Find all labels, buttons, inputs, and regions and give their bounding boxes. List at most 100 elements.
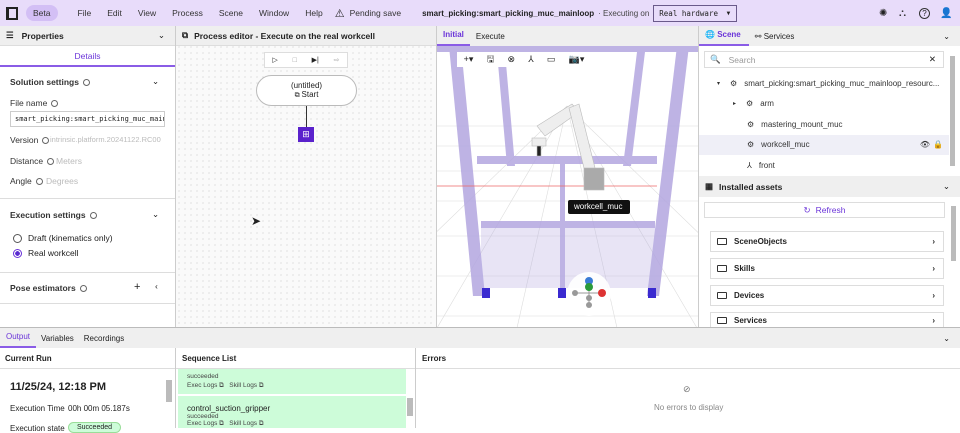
sequence-item[interactable]: control_suction_gripper succeeded Exec L… <box>178 396 406 428</box>
menu-scene[interactable]: Scene <box>219 8 243 18</box>
eye-icon[interactable]: 👁 <box>920 140 930 149</box>
skill-logs-link[interactable]: Skill Logs ⧉ <box>229 382 263 389</box>
clear-icon[interactable]: ⊗ <box>507 54 515 65</box>
skill-logs-link[interactable]: Skill Logs ⧉ <box>229 420 263 427</box>
run-toolbar: ▷ □ ▶| ⇨ <box>264 52 348 68</box>
menu-window[interactable]: Window <box>259 8 289 18</box>
node-title: (untitled) <box>290 81 323 90</box>
help-icon[interactable]: ? <box>919 7 930 19</box>
tab-variables[interactable]: Variables <box>36 334 79 343</box>
refresh-button[interactable]: ↻ Refresh <box>704 202 945 218</box>
tree-item-arm[interactable]: ▸ ⚙ arm <box>699 94 949 115</box>
camera-icon[interactable]: 📷▾ <box>569 54 585 65</box>
menu-file[interactable]: File <box>78 8 92 18</box>
info-icon[interactable] <box>47 158 55 166</box>
radio-draft[interactable]: Draft (kinematics only) <box>13 233 113 243</box>
menu-edit[interactable]: Edit <box>107 8 122 18</box>
tree-item-front[interactable]: ⅄ front <box>699 155 949 176</box>
asset-scene-objects[interactable]: SceneObjects › <box>710 231 944 252</box>
info-icon[interactable] <box>51 100 59 108</box>
bug-icon[interactable]: ✺ <box>879 8 887 19</box>
step-icon[interactable]: ▶| <box>312 56 319 64</box>
menu-process[interactable]: Process <box>172 8 203 18</box>
asset-services[interactable]: Services › <box>710 312 944 328</box>
lock-icon[interactable]: 🔒 <box>933 140 943 149</box>
chevron-down-icon[interactable]: ⌄ <box>152 76 159 87</box>
tree-item-workcell[interactable]: ⚙ workcell_muc 👁 🔒 <box>699 134 949 155</box>
info-icon[interactable] <box>79 285 87 293</box>
tab-execute[interactable]: Execute <box>470 32 511 41</box>
sequence-name: control_suction_gripper <box>187 404 271 413</box>
asset-devices[interactable]: Devices › <box>710 285 944 306</box>
sequence-item[interactable]: succeeded Exec Logs ⧉ Skill Logs ⧉ <box>178 369 406 394</box>
play-icon[interactable]: ▷ <box>272 56 277 64</box>
add-icon[interactable]: +▾ <box>464 54 474 65</box>
properties-title: Properties <box>21 30 64 41</box>
tab-scene[interactable]: 🌐 Scene <box>699 26 749 46</box>
save-icon[interactable]: 🖫 <box>487 52 495 68</box>
properties-header: ☰ Properties ⌄ <box>0 26 175 46</box>
scrollbar[interactable] <box>951 206 956 261</box>
radio-icon[interactable] <box>13 233 22 243</box>
gizmo-y-axis[interactable] <box>585 283 593 291</box>
menu-help[interactable]: Help <box>305 8 322 18</box>
scene-panel: 🌐 Scene ⚯ Services ⌄ 🔍 Search ✕ ▾ ⚙ smart_pi… <box>699 26 960 328</box>
tab-output[interactable]: Output <box>0 328 37 348</box>
object-icon: ⚙ <box>730 78 738 88</box>
file-name-input[interactable]: smart_picking:smart_picking_muc_mainloop <box>10 111 165 127</box>
info-icon[interactable] <box>82 79 90 87</box>
info-icon[interactable] <box>42 137 50 145</box>
ruler-icon[interactable]: ▭ <box>547 54 556 65</box>
scrollbar[interactable] <box>950 56 955 166</box>
scrollbar[interactable] <box>407 398 413 416</box>
info-icon[interactable] <box>35 178 43 186</box>
exec-logs-link[interactable]: Exec Logs ⧉ <box>187 420 224 427</box>
radio-real-workcell[interactable]: Real workcell <box>13 248 79 258</box>
3d-scene-view[interactable] <box>437 46 698 328</box>
tab-recordings[interactable]: Recordings <box>79 334 129 343</box>
hierarchy-icon[interactable]: ⛬ <box>899 8 906 19</box>
tab-details[interactable]: Details <box>0 46 175 67</box>
frame-icon: ⅄ <box>747 160 752 170</box>
tab-initial[interactable]: Initial <box>437 26 470 46</box>
chevron-down-icon[interactable]: ⌄ <box>943 32 950 41</box>
tree-item-mastering-mount[interactable]: ⚙ mastering_mount_muc <box>699 114 949 135</box>
menu-view[interactable]: View <box>138 8 156 18</box>
add-icon[interactable]: + <box>134 281 140 293</box>
exec-logs-link[interactable]: Exec Logs ⧉ <box>187 382 224 389</box>
viewport-toolbar: +▾ 🖫 ⊗ ⅄ ▭ 📷▾ <box>457 52 591 67</box>
check-circle-icon: ⊘ <box>683 384 691 394</box>
chevron-down-icon[interactable]: ⌄ <box>152 209 159 220</box>
account-icon[interactable]: 👤 <box>940 8 952 19</box>
execution-settings-heading: Execution settings <box>10 210 97 220</box>
grid-icon: ▦ <box>705 181 714 191</box>
chevron-left-icon[interactable]: ‹ <box>155 281 158 291</box>
installed-assets-header[interactable]: ▦ Installed assets ⌄ <box>699 176 960 197</box>
asset-skills[interactable]: Skills › <box>710 258 944 279</box>
execution-target-select[interactable]: Real hardware ▼ <box>653 4 738 22</box>
add-node-button[interactable]: ⊞ <box>298 127 314 142</box>
skip-icon[interactable]: ⇨ <box>334 56 340 64</box>
info-icon[interactable] <box>89 212 97 220</box>
chevron-down-icon[interactable]: ⌄ <box>943 181 950 192</box>
tree-item-resource[interactable]: ▾ ⚙ smart_picking:smart_picking_muc_mainlo… <box>699 73 949 94</box>
chevron-down-icon[interactable]: ⌄ <box>943 334 950 343</box>
distance-input[interactable]: Meters <box>56 156 82 166</box>
current-run-heading: Current Run <box>5 354 52 363</box>
stop-icon[interactable]: □ <box>293 57 297 64</box>
sequence-status: succeeded <box>187 373 219 380</box>
chevron-down-icon[interactable]: ⌄ <box>158 30 165 41</box>
app-logo-icon[interactable] <box>6 6 18 20</box>
tab-services[interactable]: ⚯ Services <box>749 32 801 41</box>
scrollbar[interactable] <box>166 380 172 402</box>
frame-icon[interactable]: ⅄ <box>528 54 534 65</box>
radio-selected-icon[interactable] <box>13 248 22 258</box>
pending-save-status[interactable]: Pending save <box>350 8 402 18</box>
gizmo-x-axis[interactable] <box>598 289 606 297</box>
scene-search-input[interactable]: 🔍 Search ✕ <box>704 51 944 68</box>
file-name-label: File name <box>10 98 59 108</box>
output-tabs: Output Variables Recordings ⌄ <box>0 328 960 348</box>
start-node[interactable]: (untitled) ⧉ Start <box>256 75 357 106</box>
angle-input[interactable]: Degrees <box>46 176 78 186</box>
close-icon[interactable]: ✕ <box>929 54 936 65</box>
